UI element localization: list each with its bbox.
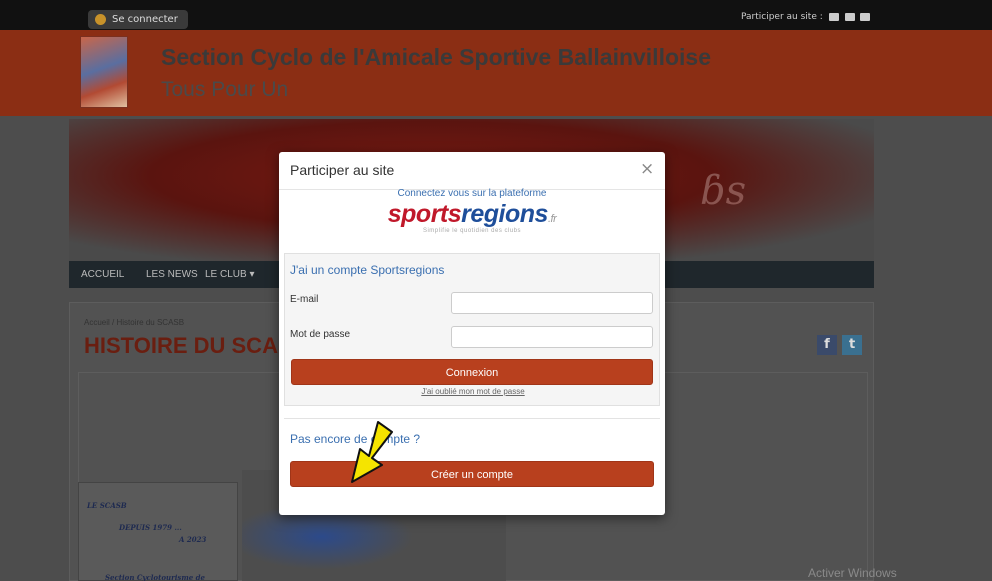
user-icon xyxy=(95,14,106,25)
modal-title: Participer au site xyxy=(290,162,395,178)
banner-script-decoration: ɓs xyxy=(700,168,747,214)
top-bar: Se connecter Participer au site : xyxy=(0,0,992,30)
login-button-label: Se connecter xyxy=(112,14,178,25)
poster-line: Section Cyclotourisme de xyxy=(105,573,206,581)
site-header: Section Cyclo de l'Amicale Sportive Ball… xyxy=(0,30,992,116)
site-title[interactable]: Section Cyclo de l'Amicale Sportive Ball… xyxy=(161,44,711,71)
history-poster: LE SCASB DEPUIS 1979 ... A 2023 Section … xyxy=(78,482,238,581)
poster-line: DEPUIS 1979 ... xyxy=(119,523,182,532)
breadcrumb-separator: / xyxy=(112,318,115,327)
nav-item-club[interactable]: LE CLUB ▾ xyxy=(205,269,254,280)
login-heading: J'ai un compte Sportsregions xyxy=(290,263,445,277)
connexion-button[interactable]: Connexion xyxy=(291,359,653,385)
breadcrumb: Accueil / Histoire du SCASB xyxy=(84,318,184,327)
nav-item-accueil[interactable]: ACCUEIL xyxy=(81,269,124,280)
logo-regions: regions xyxy=(461,200,548,228)
nav-item-news[interactable]: LES NEWS xyxy=(146,269,198,280)
login-button[interactable]: Se connecter xyxy=(88,10,188,29)
social-share: f t xyxy=(817,333,863,355)
breadcrumb-home[interactable]: Accueil xyxy=(84,318,110,327)
email-field[interactable] xyxy=(451,292,653,314)
poster-line: LE SCASB xyxy=(87,501,127,510)
poster-line: A 2023 xyxy=(179,535,207,544)
password-field[interactable] xyxy=(451,326,653,348)
club-logo[interactable] xyxy=(80,36,128,108)
password-label: Mot de passe xyxy=(290,329,351,340)
email-label: E-mail xyxy=(290,294,319,305)
participate-label: Participer au site : xyxy=(741,12,823,22)
camera-icon[interactable] xyxy=(844,12,855,21)
windows-activation-watermark: Activer Windows xyxy=(808,566,897,580)
sportsregions-logo: sportsregions.fr xyxy=(279,200,665,229)
edit-icon[interactable] xyxy=(828,12,839,21)
facebook-icon[interactable]: f xyxy=(817,335,837,355)
breadcrumb-current: Histoire du SCASB xyxy=(116,318,185,327)
pointer-arrow-icon xyxy=(351,421,393,483)
login-panel: J'ai un compte Sportsregions E-mail Mot … xyxy=(284,253,660,406)
twitter-icon[interactable]: t xyxy=(842,335,863,355)
video-icon[interactable] xyxy=(860,12,871,21)
divider xyxy=(284,418,660,419)
page-title: HISTOIRE DU SCAS xyxy=(84,333,293,358)
logo-fr: .fr xyxy=(547,213,557,225)
participate-links: Participer au site : xyxy=(741,12,871,22)
participate-modal: Participer au site × Connectez vous sur … xyxy=(279,152,665,515)
platform-intro: Connectez vous sur la plateforme xyxy=(397,188,547,199)
logo-tagline: Simplifie le quotidien des clubs xyxy=(422,228,522,234)
close-icon[interactable]: × xyxy=(640,159,654,179)
logo-sports: sports xyxy=(387,200,462,228)
site-subtitle: Tous Pour Un xyxy=(161,78,289,101)
forgot-password-link[interactable]: J'ai oublié mon mot de passe xyxy=(285,387,661,396)
modal-header: Participer au site × xyxy=(279,152,665,190)
